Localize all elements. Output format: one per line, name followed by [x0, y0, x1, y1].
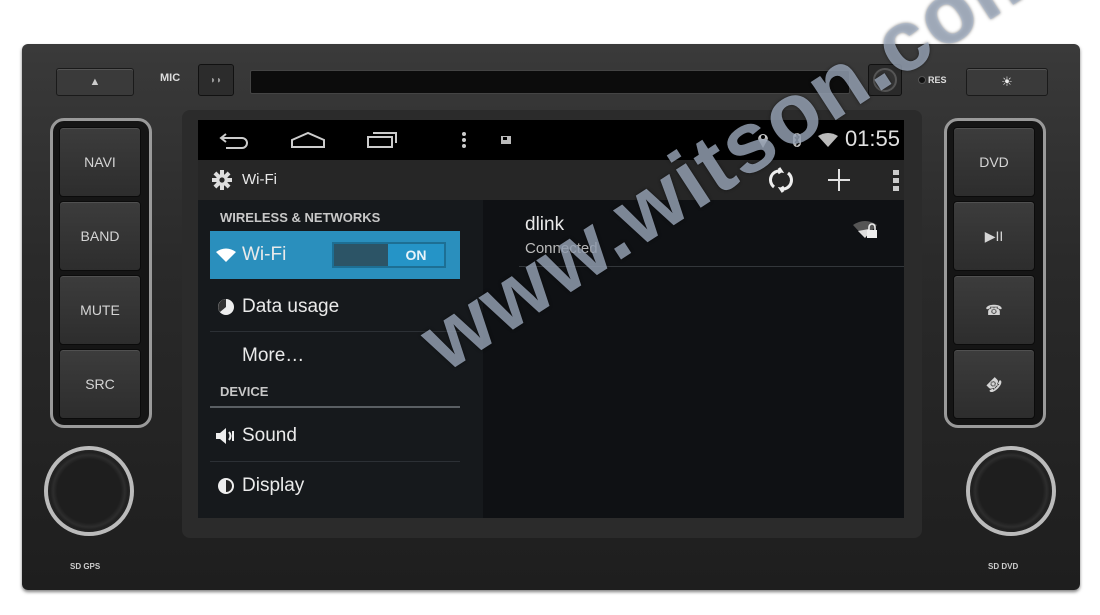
play-pause-icon: ▶II [984, 227, 1004, 244]
eject-icon: ▲ [89, 76, 101, 88]
ir-sensor [868, 64, 902, 96]
band-key[interactable]: BAND [59, 201, 141, 271]
toggle-on-label: ON [388, 244, 444, 266]
mic-port: ◗◗ [198, 64, 234, 96]
menu-icon[interactable] [456, 120, 472, 160]
android-screen: 01:55 Wi-Fi WIRELESS & NETWORKS Wi-Fi ON… [198, 120, 904, 518]
page-title: Wi-Fi [242, 171, 277, 188]
display-icon [210, 477, 242, 495]
settings-list: WIRELESS & NETWORKS Wi-Fi ON Data usage [198, 200, 483, 518]
top-panel: ▲ MIC ◗◗ RES ☀ [22, 44, 1080, 104]
settings-item-label: Display [242, 475, 305, 496]
section-header-wireless: WIRELESS & NETWORKS [220, 210, 381, 225]
right-key-column: DVD ▶II ☎ ☎ [944, 118, 1046, 428]
section-header-device: DEVICE [220, 384, 269, 399]
left-key-column: NAVI BAND MUTE SRC [50, 118, 152, 428]
settings-item-data-usage[interactable]: Data usage [210, 283, 460, 331]
wifi-signal-icon [816, 120, 840, 160]
divider [519, 266, 904, 267]
wps-icon[interactable] [766, 160, 796, 200]
network-name: dlink [525, 214, 565, 235]
bluetooth-icon [788, 120, 806, 160]
location-icon [754, 120, 772, 160]
settings-item-label: Wi-Fi [242, 244, 287, 265]
data-usage-icon [210, 298, 242, 316]
mic-label: MIC [160, 72, 181, 84]
add-network-icon[interactable] [824, 160, 854, 200]
brightness-button[interactable]: ☀ [966, 68, 1048, 96]
call-hangup-icon: ☎ [982, 372, 1007, 397]
mute-key[interactable]: MUTE [59, 275, 141, 345]
wifi-network-list: dlink Connected [483, 200, 904, 518]
navi-key[interactable]: NAVI [59, 127, 141, 197]
sd-gps-label: SD GPS [70, 562, 101, 571]
volume-knob[interactable] [44, 446, 134, 536]
settings-item-more[interactable]: More… [210, 332, 460, 380]
settings-item-display[interactable]: Display [210, 462, 460, 510]
secured-signal-icon [853, 220, 879, 240]
tune-knob[interactable] [966, 446, 1056, 536]
dvd-key[interactable]: DVD [953, 127, 1035, 197]
call-answer-key[interactable]: ☎ [953, 275, 1035, 345]
settings-item-sound[interactable]: Sound [210, 412, 460, 460]
back-icon[interactable] [216, 120, 252, 160]
network-status: Connected [525, 240, 598, 257]
wifi-icon [210, 248, 242, 262]
call-hangup-key[interactable]: ☎ [953, 349, 1035, 419]
reset-button[interactable] [918, 76, 926, 84]
status-bar: 01:55 [198, 120, 904, 160]
eject-button[interactable]: ▲ [56, 68, 134, 96]
play-pause-key[interactable]: ▶II [953, 201, 1035, 271]
settings-item-wifi[interactable]: Wi-Fi ON [210, 231, 460, 279]
brightness-icon: ☀ [1001, 74, 1013, 89]
clock: 01:55 [844, 126, 900, 151]
section-divider [210, 406, 460, 408]
toggle-track [334, 244, 388, 266]
action-bar: Wi-Fi [198, 160, 904, 200]
sd-dvd-label: SD DVD [988, 562, 1019, 571]
disc-slot [250, 70, 850, 94]
src-key[interactable]: SRC [59, 349, 141, 419]
notification-icon[interactable] [498, 120, 514, 160]
settings-item-label: Sound [242, 425, 297, 446]
reset-label: RES [928, 75, 947, 85]
home-icon[interactable] [288, 120, 328, 160]
settings-item-label: More… [242, 345, 305, 366]
head-unit: ▲ MIC ◗◗ RES ☀ NAVI BAND MUTE SRC DVD ▶I… [22, 44, 1080, 590]
wifi-toggle[interactable]: ON [332, 242, 446, 268]
overflow-menu-icon[interactable] [888, 160, 904, 200]
recent-apps-icon[interactable] [364, 120, 400, 160]
sound-icon [210, 427, 242, 445]
settings-gear-icon[interactable] [210, 160, 234, 200]
call-answer-icon: ☎ [985, 301, 1003, 318]
settings-item-label: Data usage [242, 296, 340, 317]
